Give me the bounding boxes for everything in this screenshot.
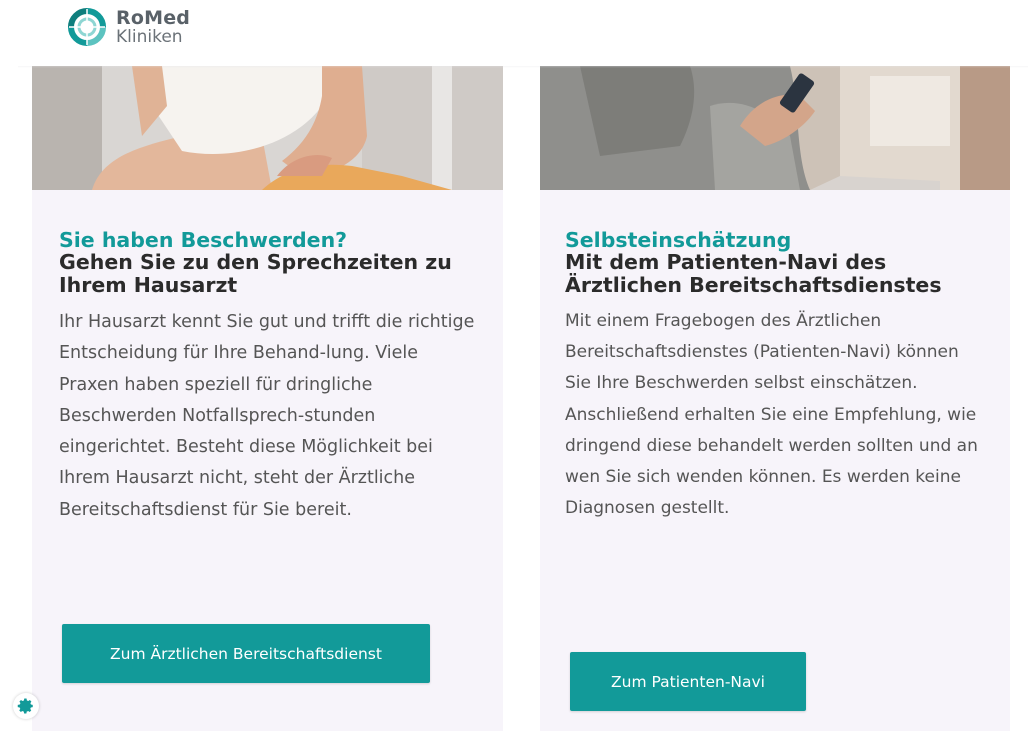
- romed-logo[interactable]: RoMed Kliniken: [67, 7, 190, 47]
- romed-logo-icon: [68, 8, 106, 46]
- patienten-navi-button[interactable]: Zum Patienten-Navi: [570, 652, 806, 711]
- card-text: Mit einem Fragebogen des Ärztlichen Bere…: [565, 311, 978, 519]
- card-body: Sie haben Beschwerden? Gehen Sie zu den …: [59, 229, 483, 526]
- card-kicker: Sie haben Beschwerden?: [59, 228, 348, 252]
- logo-title: RoMed: [116, 6, 191, 29]
- cookie-settings-button[interactable]: [13, 693, 39, 719]
- card-photo-woman: [32, 66, 503, 190]
- site-header: RoMed Kliniken: [0, 0, 1028, 66]
- card-kicker: Selbsteinschätzung: [565, 228, 792, 252]
- card-photo-phone: [540, 66, 1010, 190]
- card-patienten-navi: Selbsteinschätzung Mit dem Patienten-Nav…: [540, 66, 1010, 731]
- card-text: Ihr Hausarzt kennt Sie gut und trifft di…: [59, 312, 475, 520]
- card-body: Selbsteinschätzung Mit dem Patienten-Nav…: [565, 229, 990, 524]
- card-heading: Gehen Sie zu den Sprechzeiten zu Ihrem H…: [59, 250, 452, 297]
- gear-icon: [17, 698, 33, 714]
- bereitschaftsdienst-button[interactable]: Zum Ärztlichen Bereitschaftsdienst: [62, 624, 430, 683]
- logo-subtitle: Kliniken: [116, 26, 183, 47]
- card-hausarzt: Sie haben Beschwerden? Gehen Sie zu den …: [32, 66, 503, 731]
- card-heading: Mit dem Patienten-Navi des Ärztlichen Be…: [565, 250, 942, 297]
